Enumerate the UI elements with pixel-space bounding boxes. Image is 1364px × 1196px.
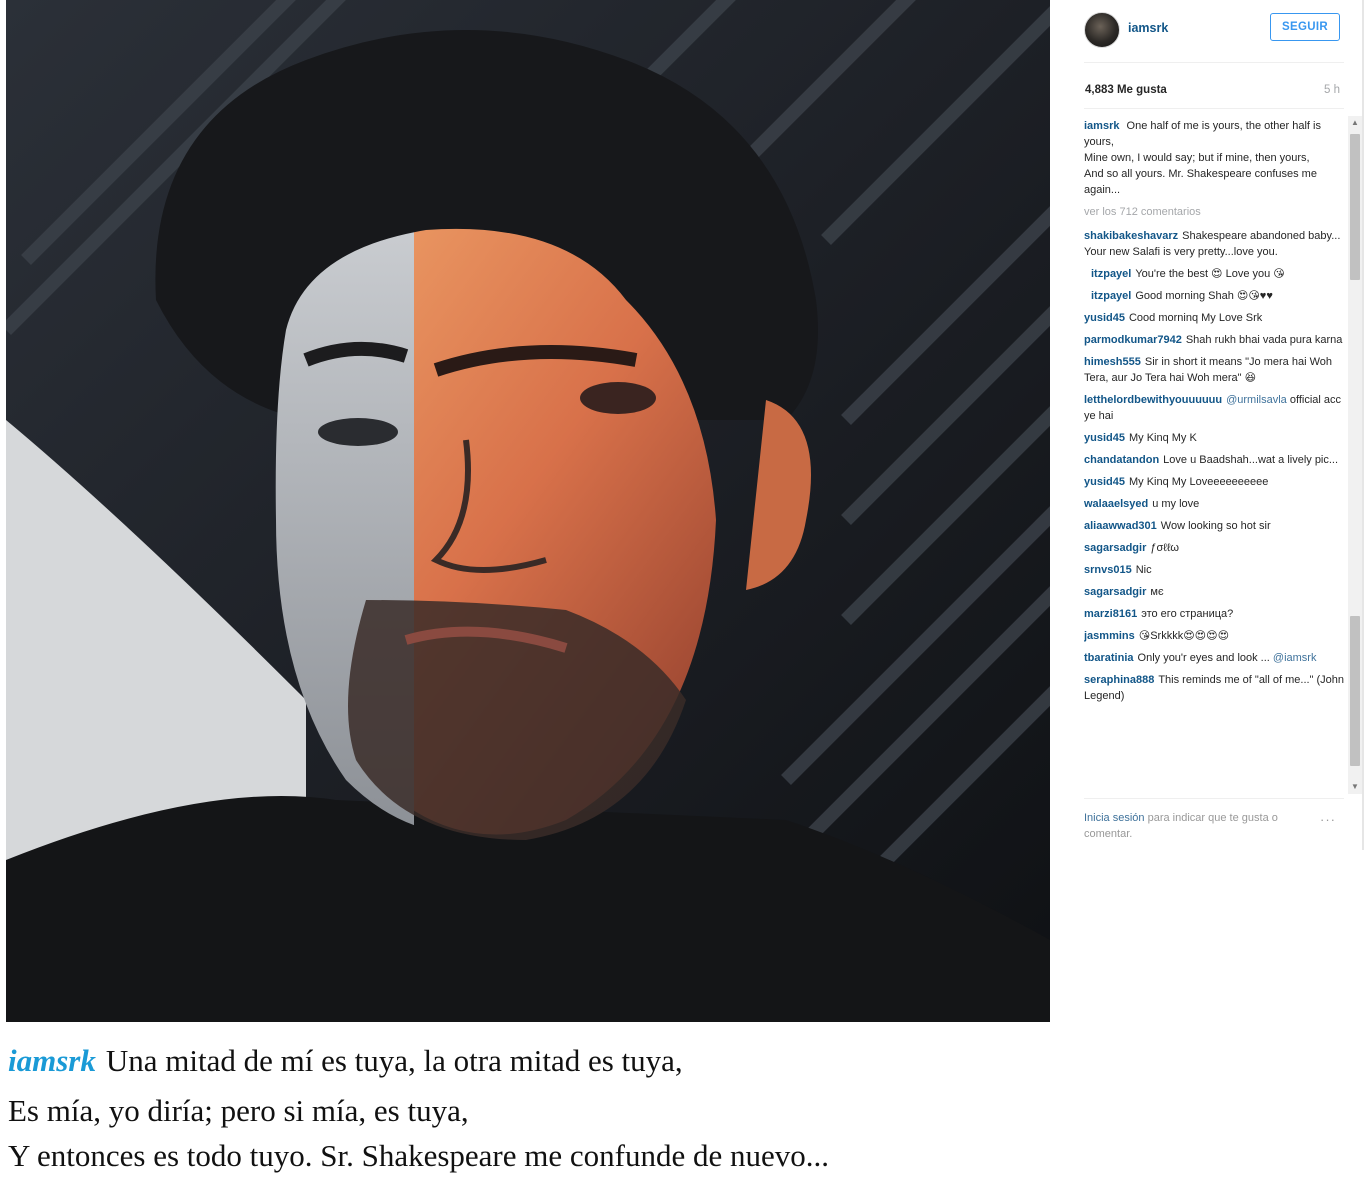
comment-text: u my love: [1152, 498, 1200, 510]
comment-text: ƒσℓℓω: [1150, 542, 1179, 554]
comment-text: Shah rukh bhai vada pura karna: [1185, 334, 1343, 346]
comment-item: aliaawwad301 Wow looking so hot sir: [1084, 518, 1346, 534]
avatar[interactable]: [1084, 12, 1120, 48]
comment-username[interactable]: letthelordbewithyouuuuuu: [1084, 394, 1222, 406]
comment-text: Good morning Shah 😍😘♥♥: [1135, 290, 1273, 302]
comment-text: это его страница?: [1141, 608, 1234, 620]
comment-mention[interactable]: @iamsrk: [1273, 652, 1317, 664]
comment-item: parmodkumar7942 Shah rukh bhai vada pura …: [1084, 332, 1346, 348]
comment-username[interactable]: parmodkumar7942: [1084, 334, 1182, 346]
comment-username[interactable]: srnvs015: [1084, 564, 1132, 576]
caption-text: One half of me is yours, the other half …: [1084, 120, 1321, 196]
comment-username[interactable]: itzpayel: [1091, 268, 1131, 280]
translation-line-3: Y entonces es todo tuyo. Sr. Shakespeare…: [8, 1138, 830, 1173]
comment-item: jasmmins 😘Srkkkk😍😍😍😍: [1084, 628, 1346, 644]
post-header: iamsrk SEGUIR: [1068, 0, 1364, 62]
comment-rows: shakibakeshavarz Shakespeare abandoned ba…: [1084, 228, 1346, 704]
comment-item: walaaelsyed u my love: [1084, 496, 1346, 512]
post-photo[interactable]: [6, 0, 1050, 1022]
caption: iamsrk One half of me is yours, the othe…: [1084, 118, 1346, 198]
more-options-icon[interactable]: ···: [1320, 812, 1336, 827]
comment-item: shakibakeshavarz Shakespeare abandoned ba…: [1084, 228, 1346, 260]
comment-item: marzi8161 это его страница?: [1084, 606, 1346, 622]
comment-text: You're the best 😍 Love you 😘: [1135, 268, 1285, 280]
comment-item: seraphina888 This reminds me of "all of m…: [1084, 672, 1346, 704]
translation-username: iamsrk: [8, 1043, 96, 1078]
scroll-down-arrow-icon[interactable]: ▼: [1348, 780, 1362, 794]
header-username[interactable]: iamsrk: [1128, 21, 1168, 35]
comment-username[interactable]: itzpayel: [1091, 290, 1131, 302]
comment-item: yusid45 My Kinq My Loveeeeeeeeee: [1084, 474, 1346, 490]
comment-username[interactable]: yusid45: [1084, 312, 1125, 324]
login-link[interactable]: Inicia sesión: [1084, 812, 1145, 824]
comment-username[interactable]: sagarsadgir: [1084, 586, 1146, 598]
comments-scrollbar[interactable]: ▲ ▼: [1348, 116, 1362, 794]
comment-item: himesh555 Sir in short it means "Jo mera …: [1084, 354, 1346, 386]
post-time: 5 h: [1324, 84, 1340, 96]
comment-username[interactable]: tbaratinia: [1084, 652, 1134, 664]
comment-item: letthelordbewithyouuuuuu @urmilsavla offi…: [1084, 392, 1346, 424]
comment-username[interactable]: yusid45: [1084, 432, 1125, 444]
comment-username[interactable]: yusid45: [1084, 476, 1125, 488]
comment-item: srnvs015 Nic: [1084, 562, 1346, 578]
comment-username[interactable]: shakibakeshavarz: [1084, 230, 1178, 242]
comment-username[interactable]: jasmmins: [1084, 630, 1135, 642]
comment-item: sagarsadgir мє: [1084, 584, 1346, 600]
like-count[interactable]: 4,883 Me gusta: [1085, 84, 1167, 96]
post-sidebar: iamsrk SEGUIR 4,883 Me gusta 5 h iamsrk …: [1068, 0, 1364, 850]
comment-item: yusid45 Cood morninq My Love Srk: [1084, 310, 1346, 326]
comment-text: My Kinq My K: [1128, 432, 1197, 444]
comment-text: My Kinq My Loveeeeeeeeee: [1128, 476, 1269, 488]
comment-item: itzpayel Good morning Shah 😍😘♥♥: [1084, 288, 1346, 304]
header-divider: [1084, 62, 1344, 63]
comment-text: Cood morninq My Love Srk: [1128, 312, 1263, 324]
portrait-image: [6, 0, 1050, 1022]
comment-text: Only you'r eyes and look ...: [1137, 652, 1273, 664]
comment-text: Love u Baadshah...wat a lively pic...: [1163, 454, 1339, 466]
comments-divider: [1084, 798, 1344, 799]
comment-text: мє: [1150, 586, 1164, 598]
comment-text: 😘Srkkkk😍😍😍😍: [1138, 630, 1230, 642]
login-prompt: Inicia sesión para indicar que te gusta …: [1084, 810, 1304, 842]
comment-username[interactable]: himesh555: [1084, 356, 1141, 368]
comment-username[interactable]: sagarsadgir: [1084, 542, 1146, 554]
scroll-thumb-secondary[interactable]: [1350, 616, 1360, 766]
comment-username[interactable]: seraphina888: [1084, 674, 1154, 686]
comment-username[interactable]: aliaawwad301: [1084, 520, 1157, 532]
translation-text-1: Una mitad de mí es tuya, la otra mitad e…: [105, 1043, 683, 1078]
scroll-thumb[interactable]: [1350, 134, 1360, 280]
translation-line-2: Es mía, yo diría; pero si mía, es tuya,: [8, 1093, 469, 1128]
follow-button[interactable]: SEGUIR: [1270, 13, 1340, 41]
scroll-up-arrow-icon[interactable]: ▲: [1348, 116, 1362, 130]
comment-text: Nic: [1135, 564, 1152, 576]
comment-username[interactable]: marzi8161: [1084, 608, 1137, 620]
comment-item: chandatandon Love u Baadshah...wat a live…: [1084, 452, 1346, 468]
translation-block: iamsrk Una mitad de mí es tuya, la otra m…: [8, 1036, 1308, 1178]
comment-username[interactable]: chandatandon: [1084, 454, 1159, 466]
caption-username[interactable]: iamsrk: [1084, 120, 1119, 132]
comment-item: tbaratinia Only you'r eyes and look ... @…: [1084, 650, 1346, 666]
comment-username[interactable]: walaaelsyed: [1084, 498, 1148, 510]
translation-line-1: iamsrk Una mitad de mí es tuya, la otra m…: [8, 1036, 1308, 1088]
comments-list[interactable]: iamsrk One half of me is yours, the othe…: [1084, 118, 1346, 794]
likes-divider: [1084, 108, 1344, 109]
comment-item: sagarsadgir ƒσℓℓω: [1084, 540, 1346, 556]
comment-item: itzpayel You're the best 😍 Love you 😘: [1084, 266, 1346, 282]
comment-item: yusid45 My Kinq My K: [1084, 430, 1346, 446]
comment-mention[interactable]: @urmilsavla: [1226, 394, 1287, 406]
comment-text: Wow looking so hot sir: [1160, 520, 1271, 532]
view-all-comments-link[interactable]: ver los 712 comentarios: [1084, 204, 1346, 220]
